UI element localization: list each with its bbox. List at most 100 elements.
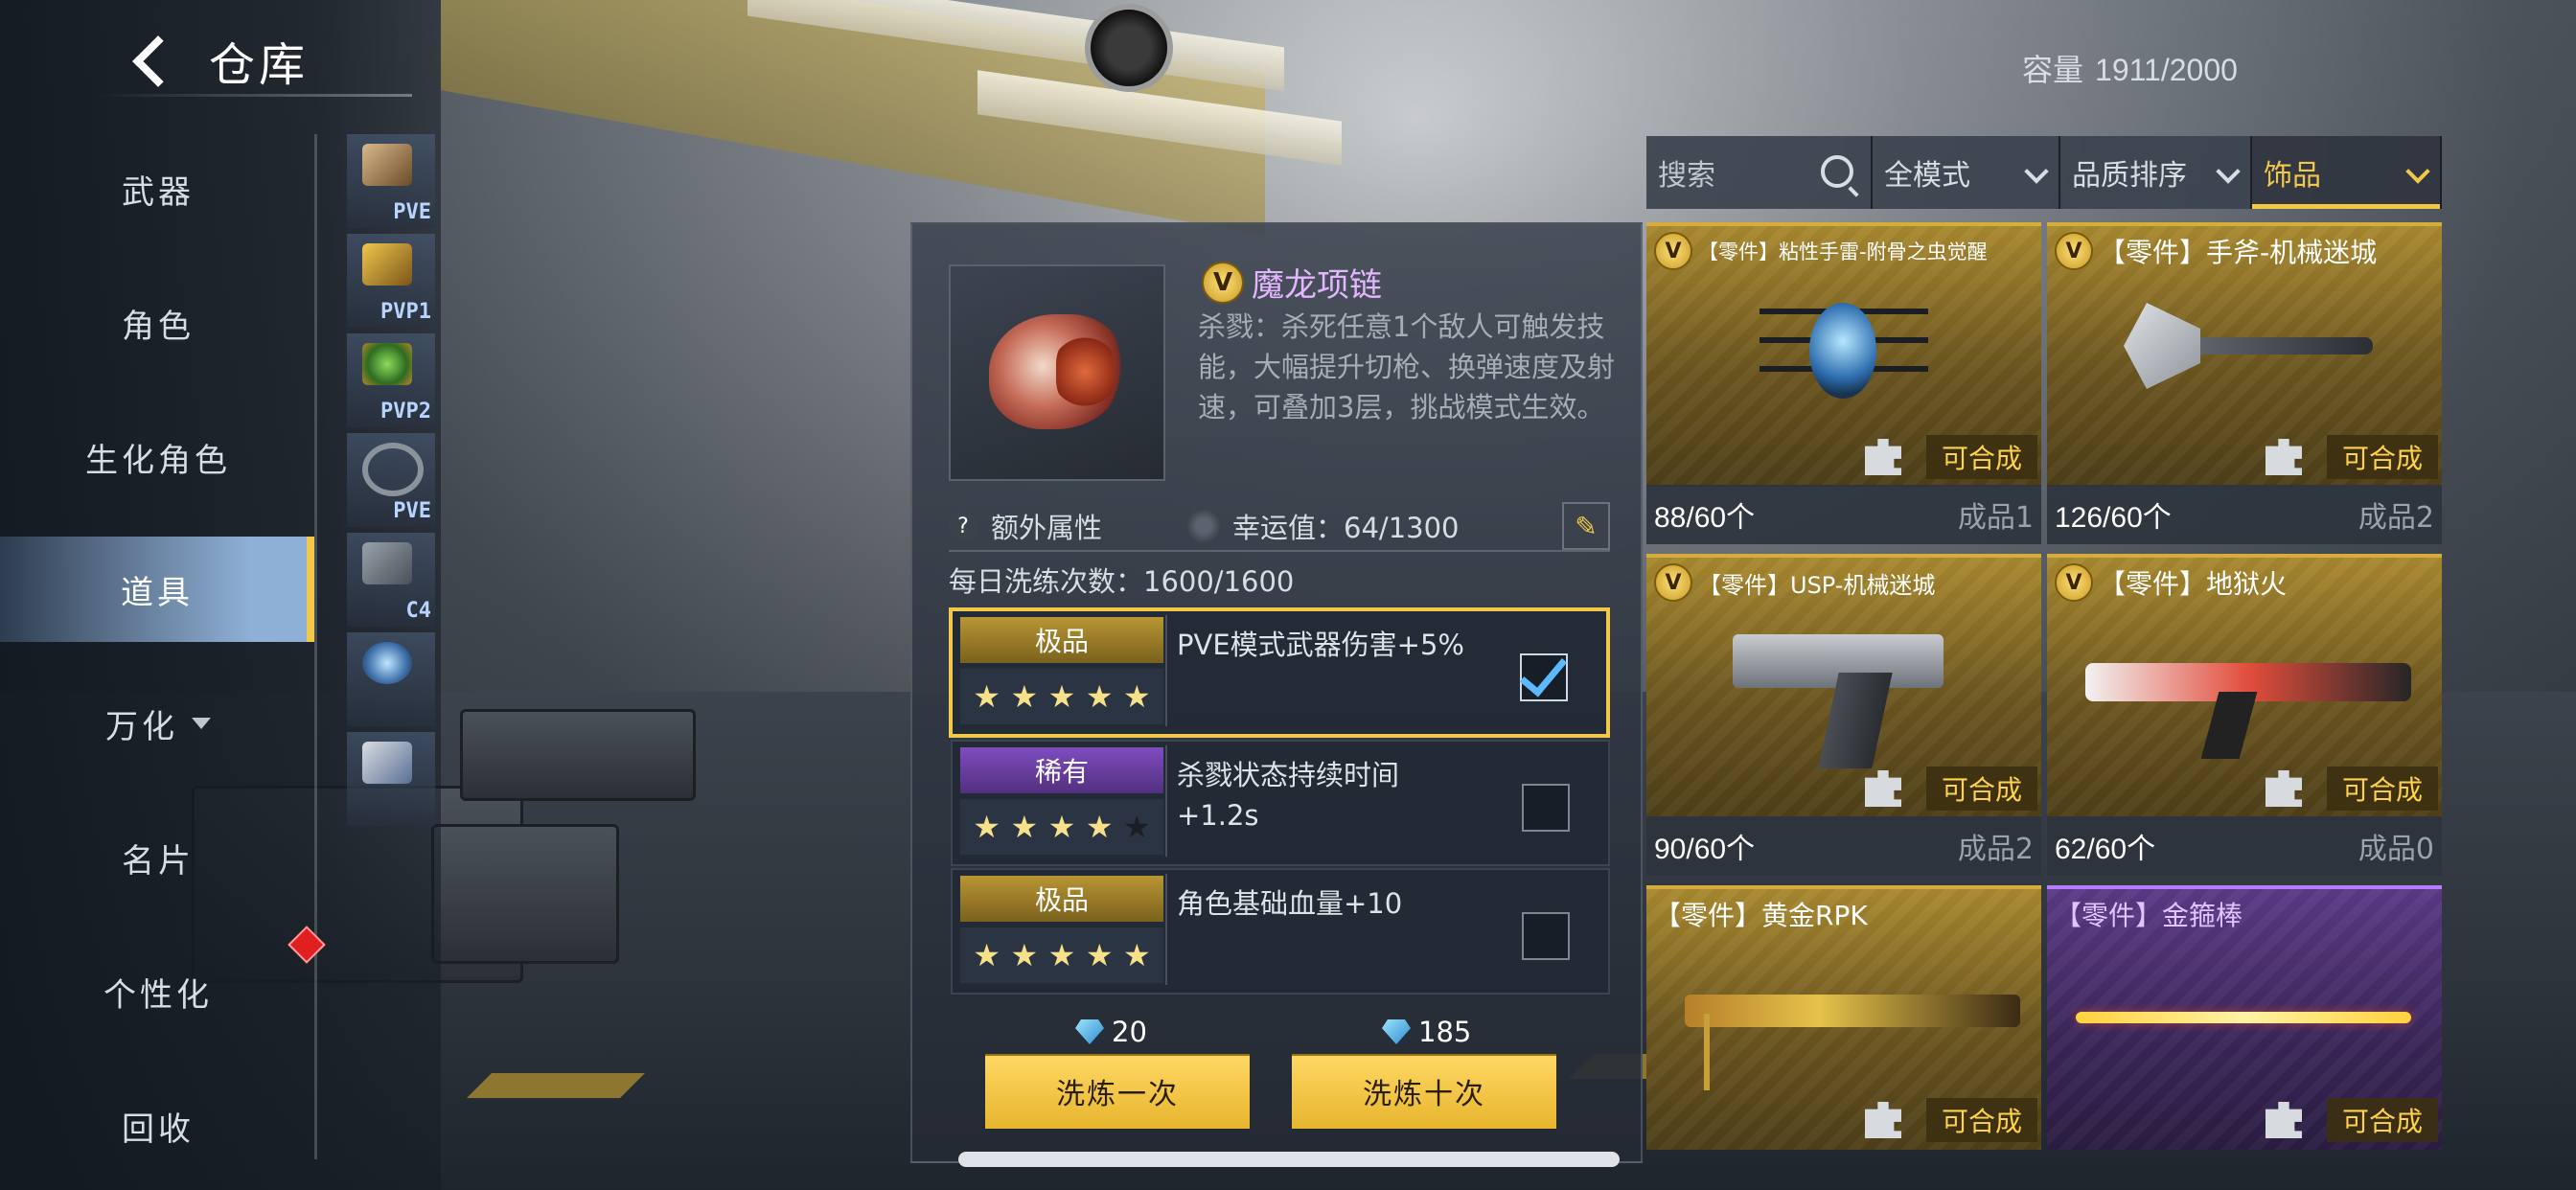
nav-item-weapons[interactable]: 武器 (0, 136, 316, 241)
chevron-down-icon (2024, 159, 2049, 184)
sort-dropdown-label: 品质排序 (2072, 159, 2187, 193)
part-count: 126/60个 (2055, 502, 2172, 534)
lock-checkbox[interactable] (1522, 784, 1570, 832)
subcategory-item[interactable]: PVP2 (347, 333, 435, 427)
nav-item-label: 角色 (122, 307, 195, 346)
roll-attribute-text: 角色基础血量+10 (1177, 887, 1403, 920)
card-title: 【零件】黄金RPK (1654, 895, 2036, 933)
roll-row[interactable]: 极品 ★ ★ ★ ★ ★ 角色基础血量+10 (951, 868, 1610, 995)
subcategory-item[interactable] (347, 732, 435, 826)
search-placeholder: 搜索 (1658, 159, 1715, 193)
nav-item-characters[interactable]: 角色 (0, 270, 316, 376)
brush-button[interactable]: ✎ (1562, 502, 1610, 550)
star-icon: ★ (1085, 678, 1114, 715)
craftable-badge: 可合成 (1926, 435, 2037, 479)
sort-dropdown[interactable]: 品质排序 (2060, 136, 2252, 209)
card-title-text: 【零件】USP-机械迷城 (1698, 571, 1936, 599)
star-rating: ★ ★ ★ ★ ★ (960, 669, 1163, 724)
refine-once-button[interactable]: 洗炼一次 (985, 1054, 1250, 1129)
nav-item-zombie-characters[interactable]: 生化角色 (0, 404, 316, 510)
chevron-down-icon (2216, 159, 2241, 184)
back-arrow-icon[interactable] (125, 32, 182, 89)
search-input[interactable]: 搜索 (1646, 136, 1873, 209)
subcategory-item[interactable] (347, 632, 435, 726)
ceiling-camera (1085, 4, 1173, 92)
nav-item-label: 生化角色 (85, 441, 231, 480)
roll-row[interactable]: 稀有 ★ ★ ★ ★ ★ 杀戮状态持续时间+1.2s (951, 740, 1610, 866)
chevron-down-icon (2405, 159, 2430, 184)
lock-checkbox[interactable] (1520, 653, 1568, 701)
star-icon: ★ (1010, 809, 1039, 845)
product-count: 成品1 (1957, 501, 2034, 535)
divider (1165, 745, 1167, 857)
craftable-badge: 可合成 (2327, 1098, 2438, 1142)
inventory-card[interactable]: V 【零件】粘性手雷-附骨之虫觉醒 可合成 (1646, 222, 2041, 487)
craftable-badge: 可合成 (1926, 1098, 2037, 1142)
count-row: 90/60个 成品2 (1646, 816, 2041, 876)
nav-item-label: 个性化 (104, 975, 213, 1015)
roll-attribute-text: PVE模式武器伤害+5% (1177, 629, 1464, 661)
search-icon[interactable] (1821, 155, 1853, 188)
inventory-card[interactable]: 【零件】金箍棒 可合成 (2047, 885, 2442, 1150)
puzzle-icon (2266, 1102, 2302, 1138)
subcategory-item[interactable]: PVE (347, 134, 435, 228)
puzzle-icon (1865, 439, 1901, 475)
question-icon[interactable]: ? (949, 512, 978, 540)
home-indicator[interactable] (958, 1152, 1620, 1167)
nav-item-label: 回收 (122, 1110, 195, 1149)
star-icon: ★ (1085, 937, 1114, 973)
v-badge-icon: V (1654, 563, 1692, 602)
nav-item-items[interactable]: 道具 (0, 537, 314, 642)
item-name-text: 魔龙项链 (1252, 266, 1382, 305)
capacity-display: 容量 1911/2000 (2022, 46, 2238, 90)
caret-down-icon (192, 718, 211, 729)
ceiling-light (748, 0, 1284, 92)
craftable-badge: 可合成 (1926, 767, 2037, 811)
subcategory-item[interactable]: C4 (347, 533, 435, 627)
nav-item-personalize[interactable]: 个性化 (0, 939, 316, 1044)
luck-value: 幸运值：64/1300 (1232, 512, 1460, 544)
mode-dropdown[interactable]: 全模式 (1873, 136, 2060, 209)
nav-item-label: 武器 (122, 172, 195, 212)
product-count: 成品0 (2358, 833, 2434, 866)
subcategory-tag: PVP1 (380, 300, 431, 324)
ceiling-panel (441, 0, 1265, 236)
crate (460, 709, 696, 801)
refine-ten-button[interactable]: 洗炼十次 (1292, 1054, 1556, 1129)
star-icon: ★ (1047, 937, 1076, 973)
rpk-bipod (1704, 1014, 1710, 1090)
star-icon: ★ (1123, 678, 1151, 715)
daily-refine-count: 每日洗练次数：1600/1600 (949, 565, 1295, 598)
subcategory-item[interactable]: PVP1 (347, 234, 435, 328)
clover-icon (1186, 509, 1222, 543)
helmet-icon (362, 642, 412, 684)
page-title: 仓库 (209, 38, 310, 92)
inventory-card[interactable]: V 【零件】地狱火 可合成 (2047, 554, 2442, 818)
vest-icon (362, 742, 412, 784)
subcategory-item[interactable]: PVE (347, 433, 435, 527)
inventory-card[interactable]: V 【零件】USP-机械迷城 可合成 (1646, 554, 2041, 818)
nav-item-cards[interactable]: 名片 (0, 805, 316, 910)
inventory-card[interactable]: 【零件】黄金RPK 可合成 (1646, 885, 2041, 1150)
part-count: 88/60个 (1654, 502, 1756, 534)
attribute-row: ? 额外属性 幸运值：64/1300 ✎ (949, 502, 1610, 552)
floor-stripe (467, 1073, 645, 1098)
star-icon: ★ (973, 678, 1000, 715)
nav-item-label: 万化 (105, 707, 178, 746)
category-dropdown[interactable]: 饰品 (2252, 136, 2442, 209)
star-icon: ★ (973, 809, 1000, 845)
capacity-label: 容量 (2022, 52, 2084, 88)
item-name: V 魔龙项链 (1202, 259, 1382, 306)
nav-item-label: 名片 (122, 841, 195, 881)
category-dropdown-label: 饰品 (2264, 159, 2321, 193)
item-description: 杀戮：杀死任意1个敌人可触发技能，大幅提升切枪、换弹速度及射速，可叠加3层，挑战… (1198, 310, 1616, 423)
roll-row[interactable]: 极品 ★ ★ ★ ★ ★ PVE模式武器伤害+5% (949, 607, 1610, 738)
puzzle-icon (2266, 439, 2302, 475)
rarity-label: 稀有 (960, 747, 1163, 793)
nav-item-wanhua[interactable]: 万化 (0, 671, 316, 776)
inventory-card[interactable]: V 【零件】手斧-机械迷城 可合成 (2047, 222, 2442, 487)
lock-checkbox[interactable] (1522, 912, 1570, 960)
nav-item-label: 道具 (121, 573, 194, 612)
nav-item-recycle[interactable]: 回收 (0, 1073, 316, 1179)
subcategory-tag: PVE (393, 200, 431, 224)
